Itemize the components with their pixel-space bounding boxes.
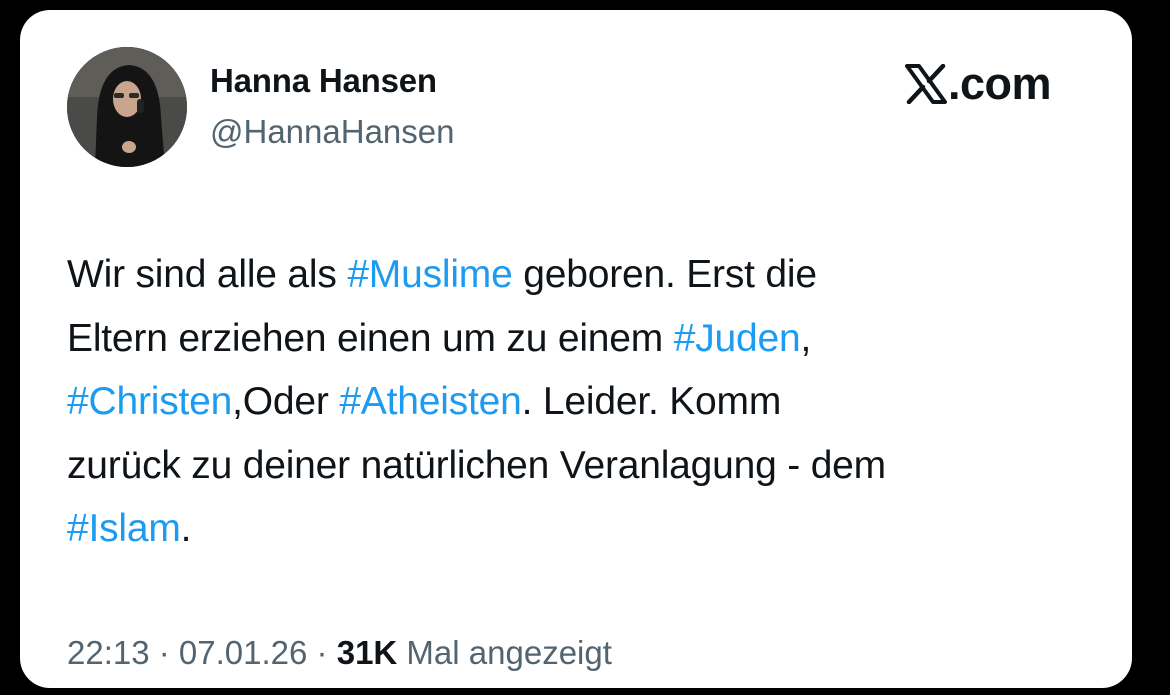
- tweet-line: Wir sind alle als #Muslime geboren. Erst…: [67, 243, 1087, 307]
- x-logo-icon: [905, 64, 947, 104]
- tweet-text-segment: geboren. Erst die: [512, 253, 817, 296]
- avatar-image: [67, 47, 187, 167]
- hashtag-link[interactable]: #Juden: [674, 317, 801, 360]
- tweet-line: #Islam.: [67, 497, 1087, 561]
- meta-separator: ·: [149, 634, 179, 671]
- tweet-line: #Christen,Oder #Atheisten. Leider. Komm: [67, 370, 1087, 434]
- tweet-text: Wir sind alle als #Muslime geboren. Erst…: [67, 243, 1087, 561]
- views-count[interactable]: 31K: [337, 634, 398, 671]
- tweet-time[interactable]: 22:13: [67, 634, 150, 671]
- tweet-line: Eltern erziehen einen um zu einem #Juden…: [67, 307, 1087, 371]
- author-display-name[interactable]: Hanna Hansen: [210, 62, 437, 100]
- tweet-text-segment: zurück zu deiner natürlichen Veranlagung…: [67, 443, 886, 487]
- hashtag-link[interactable]: #Christen: [67, 380, 232, 423]
- meta-separator: ·: [307, 634, 337, 671]
- tweet-line: zurück zu deiner natürlichen Veranlagung…: [67, 434, 1087, 498]
- tweet-meta: 22:13 · 07.01.26 · 31K Mal angezeigt: [67, 634, 612, 672]
- tweet-text-segment: . Leider. Komm: [521, 380, 782, 423]
- author-handle[interactable]: @HannaHansen: [210, 113, 455, 151]
- tweet-card: Hanna Hansen @HannaHansen .com Wir sind …: [20, 10, 1132, 688]
- hashtag-link[interactable]: #Atheisten: [339, 380, 522, 423]
- views-label: Mal angezeigt: [397, 634, 612, 671]
- hashtag-link[interactable]: #Islam: [67, 507, 181, 550]
- tweet-date[interactable]: 07.01.26: [179, 634, 307, 671]
- hashtag-link[interactable]: #Muslime: [347, 253, 512, 296]
- brand-domain: .com: [948, 58, 1052, 109]
- tweet-text-segment: .: [180, 507, 192, 550]
- tweet-text-segment: Wir sind alle als: [67, 253, 348, 296]
- tweet-text-segment: Eltern erziehen einen um zu einem: [67, 316, 674, 360]
- x-brand: .com: [905, 54, 1052, 114]
- tweet-text-segment: ,: [800, 316, 812, 360]
- avatar[interactable]: [67, 47, 187, 167]
- tweet-text-segment: ,Oder: [232, 380, 340, 423]
